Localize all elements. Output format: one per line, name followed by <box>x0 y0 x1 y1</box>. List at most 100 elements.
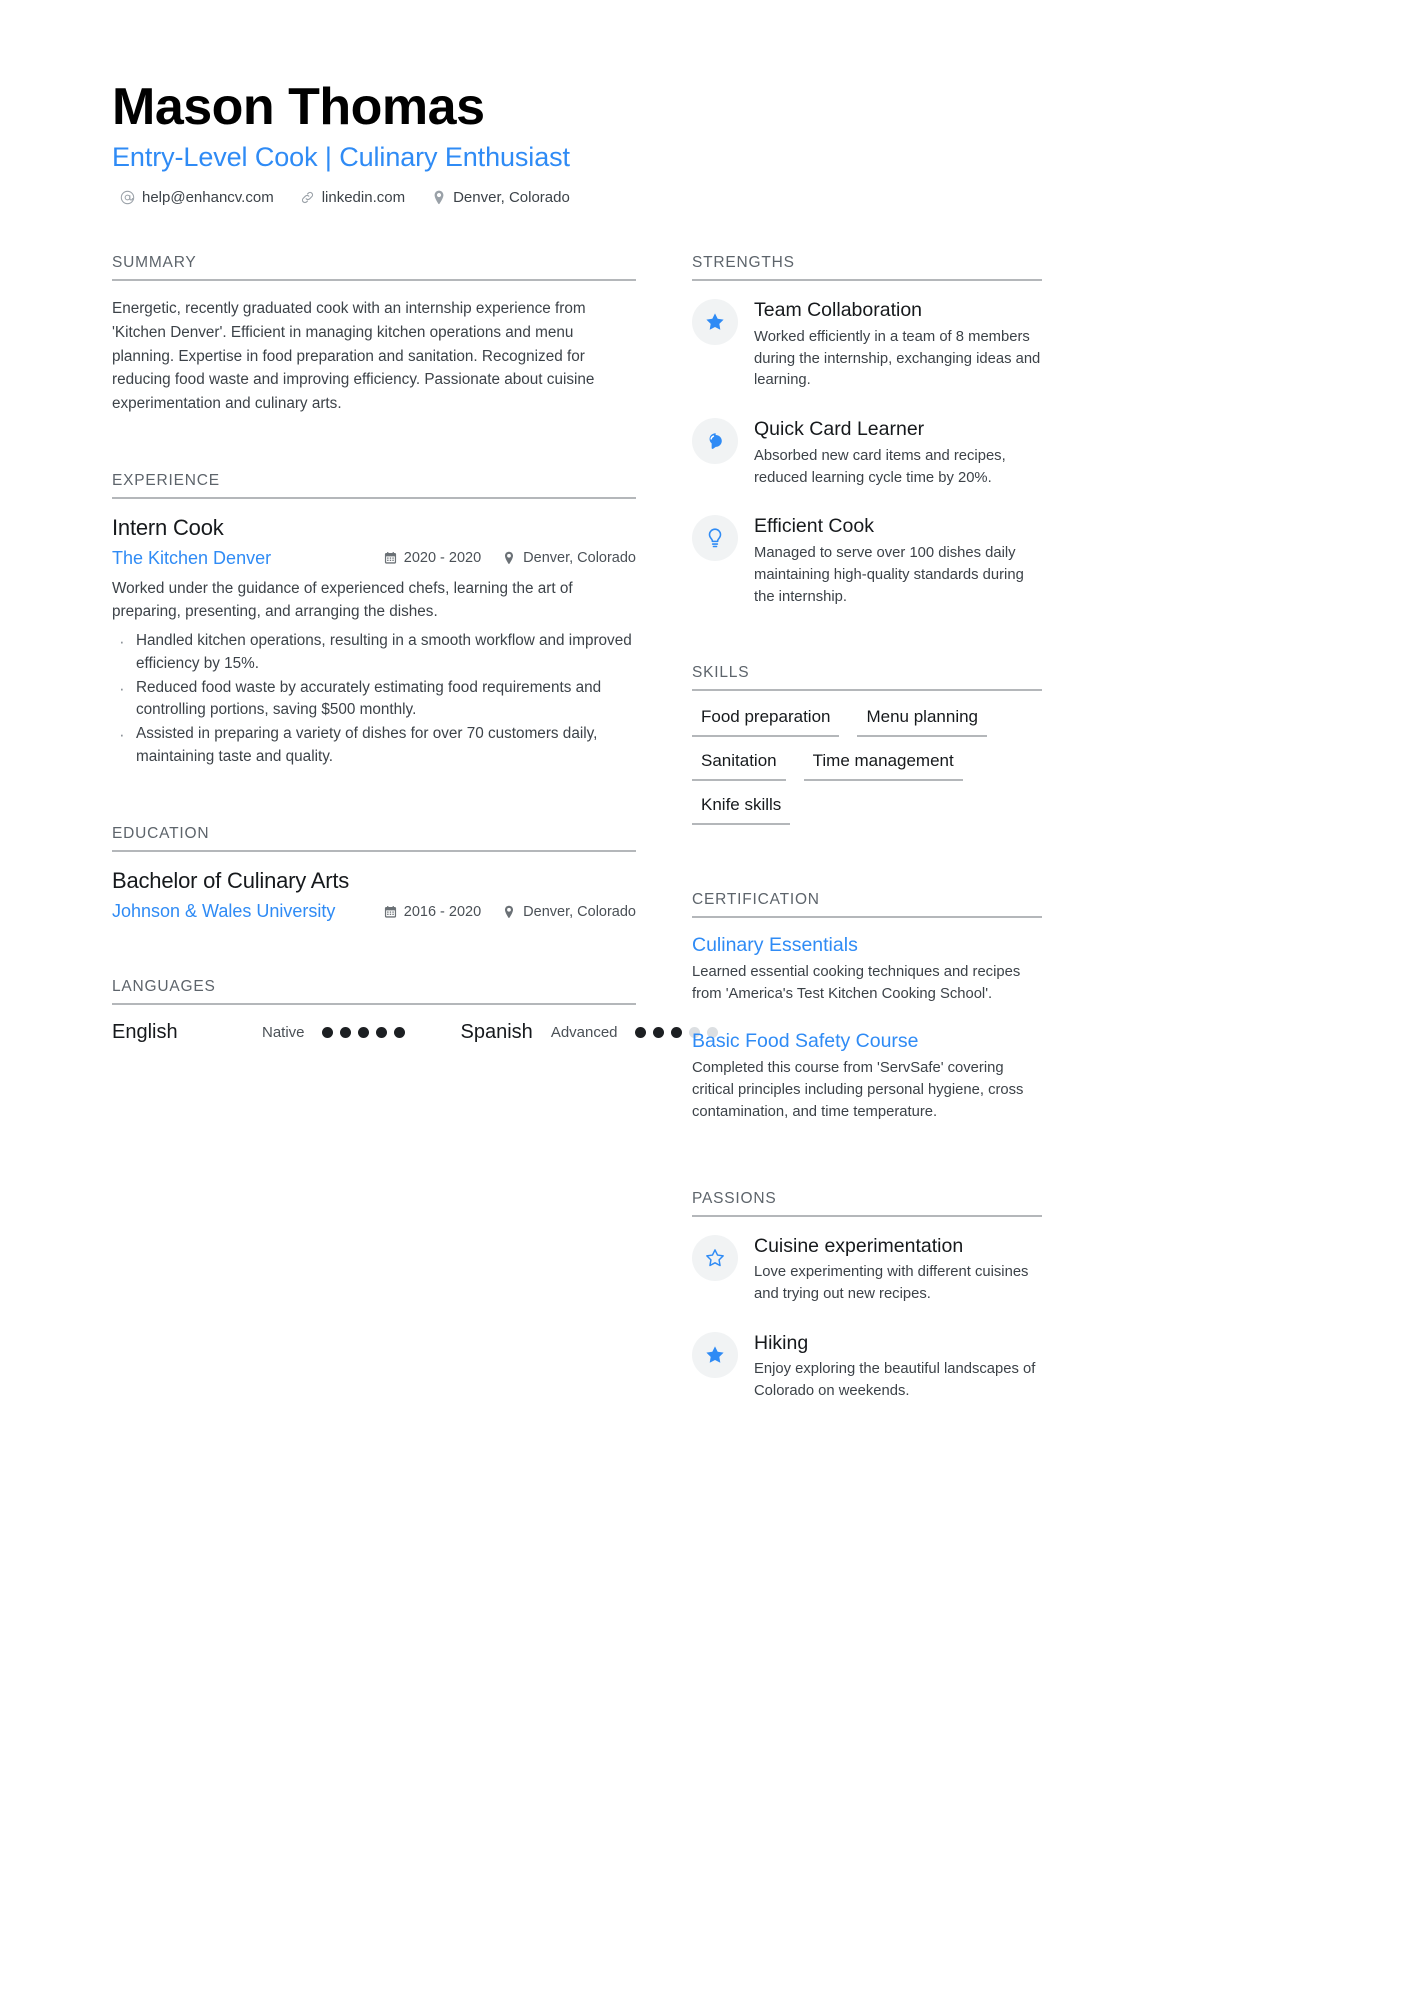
section-languages: LANGUAGES English Native Spanish Advance… <box>112 978 718 1044</box>
skill-tag[interactable]: Food preparation <box>692 705 840 738</box>
rating-dot <box>634 1027 646 1039</box>
rating-dot <box>393 1027 405 1039</box>
contact-row: help@enhancv.com linkedin.com Denver, Co… <box>112 189 1298 206</box>
experience-bullet: Reduced food waste by accurately estimat… <box>112 676 636 723</box>
location-pin-icon <box>503 551 516 565</box>
strength-item: Efficient Cook Managed to serve over 100… <box>692 513 1042 608</box>
certification-description: Learned essential cooking techniques and… <box>692 964 1021 1003</box>
strength-description: Absorbed new card items and recipes, red… <box>754 447 1006 486</box>
passion-title: Hiking <box>754 1332 809 1355</box>
section-title-skills: SKILLS <box>692 664 1042 692</box>
section-title-summary: SUMMARY <box>112 254 636 282</box>
section-title-education: EDUCATION <box>112 825 636 853</box>
contact-email-text: help@enhancv.com <box>142 189 274 207</box>
lightbulb-icon <box>692 515 738 562</box>
rating-dot <box>375 1027 387 1039</box>
link-icon <box>300 190 315 205</box>
contact-email[interactable]: help@enhancv.com <box>120 189 274 206</box>
contact-location: Denver, Colorado <box>431 189 570 206</box>
star-filled-icon <box>692 1332 738 1379</box>
experience-role: Intern Cook <box>112 514 224 540</box>
location-pin-icon <box>503 905 516 919</box>
education-degree: Bachelor of Culinary Arts <box>112 868 350 894</box>
section-title-certification: CERTIFICATION <box>692 891 1042 919</box>
language-name: English <box>112 1021 178 1044</box>
strength-item: Quick Card Learner Absorbed new card ite… <box>692 416 1042 489</box>
star-filled-icon <box>692 299 738 346</box>
summary-text: Energetic, recently graduated cook with … <box>112 300 595 413</box>
rating-dot <box>339 1027 351 1039</box>
strength-description: Managed to serve over 100 dishes daily m… <box>754 544 1024 605</box>
section-title-strengths: STRENGTHS <box>692 254 1042 282</box>
experience-organization[interactable]: The Kitchen Denver <box>112 548 271 569</box>
section-certification: CERTIFICATION Culinary Essentials Learne… <box>692 891 1042 1123</box>
strength-description: Worked efficiently in a team of 8 member… <box>754 328 1041 389</box>
passion-description: Enjoy exploring the beautiful landscapes… <box>754 1361 1036 1400</box>
experience-dates: 2020 - 2020 <box>384 550 481 566</box>
section-experience: EXPERIENCE Intern Cook The Kitchen Denve… <box>112 472 636 770</box>
skill-tag[interactable]: Menu planning <box>857 705 988 738</box>
language-item: English Native <box>112 1021 405 1044</box>
passion-item: Hiking Enjoy exploring the beautiful lan… <box>692 1330 1042 1403</box>
education-school[interactable]: Johnson & Wales University <box>112 901 335 922</box>
certification-name[interactable]: Culinary Essentials <box>692 934 1042 957</box>
rating-dot <box>357 1027 369 1039</box>
passion-title: Cuisine experimentation <box>754 1234 964 1257</box>
education-location: Denver, Colorado <box>503 904 636 920</box>
right-column: STRENGTHS Team Collaboration Worked effi… <box>692 254 1042 1437</box>
languages-list: English Native Spanish Advanced <box>112 1021 718 1044</box>
contact-location-text: Denver, Colorado <box>453 189 570 207</box>
language-level: Native <box>262 1024 305 1042</box>
language-rating <box>321 1027 405 1039</box>
location-pin-icon <box>431 190 446 205</box>
calendar-icon <box>384 905 397 919</box>
language-name: Spanish <box>460 1021 533 1044</box>
education-location-text: Denver, Colorado <box>523 903 636 920</box>
strength-title: Efficient Cook <box>754 515 874 538</box>
candidate-headline: Entry-Level Cook | Culinary Enthusiast <box>112 142 570 173</box>
education-dates-text: 2016 - 2020 <box>403 903 482 920</box>
experience-description: Worked under the guidance of experienced… <box>112 579 573 620</box>
contact-linkedin[interactable]: linkedin.com <box>300 189 405 206</box>
section-summary: SUMMARY Energetic, recently graduated co… <box>112 254 636 416</box>
calendar-icon <box>384 551 397 565</box>
section-title-passions: PASSIONS <box>692 1190 1042 1217</box>
strength-title: Quick Card Learner <box>754 418 925 441</box>
rating-dot <box>321 1027 333 1039</box>
experience-location-text: Denver, Colorado <box>523 550 636 567</box>
rating-dot <box>670 1027 682 1039</box>
star-outline-icon <box>692 1234 738 1281</box>
education-dates: 2016 - 2020 <box>384 904 481 920</box>
strength-item: Team Collaboration Worked efficiently in… <box>692 297 1042 392</box>
certification-item: Basic Food Safety Course Completed this … <box>692 1030 1042 1124</box>
strength-title: Team Collaboration <box>754 299 923 322</box>
skills-list: Food preparation Menu planning Sanitatio… <box>692 691 1042 826</box>
at-icon <box>120 190 135 205</box>
section-passions: PASSIONS Cuisine experimentation Love ex… <box>692 1190 1042 1403</box>
skill-tag[interactable]: Time management <box>803 749 963 782</box>
experience-meta: The Kitchen Denver 2020 - 2020 Denver, C… <box>112 548 636 569</box>
skill-tag[interactable]: Sanitation <box>692 749 786 782</box>
brain-icon <box>692 418 738 465</box>
resume-header: Mason Thomas Entry-Level Cook | Culinary… <box>112 78 1298 206</box>
section-title-languages: LANGUAGES <box>112 978 636 1006</box>
passion-description: Love experimenting with different cuisin… <box>754 1264 1029 1303</box>
contact-linkedin-text: linkedin.com <box>321 189 406 207</box>
education-entry: Bachelor of Culinary Arts Johnson & Wale… <box>112 868 636 922</box>
left-column: SUMMARY Energetic, recently graduated co… <box>112 254 718 1437</box>
language-item: Spanish Advanced <box>461 1021 718 1044</box>
section-title-experience: EXPERIENCE <box>112 472 636 499</box>
experience-bullet: Handled kitchen operations, resulting in… <box>112 629 636 676</box>
section-strengths: STRENGTHS Team Collaboration Worked effi… <box>692 254 1042 608</box>
rating-dot <box>652 1027 664 1039</box>
experience-location: Denver, Colorado <box>503 550 636 566</box>
certification-name[interactable]: Basic Food Safety Course <box>692 1030 1042 1053</box>
passion-item: Cuisine experimentation Love experimenti… <box>692 1233 1042 1306</box>
experience-bullet: Assisted in preparing a variety of dishe… <box>112 722 636 769</box>
experience-entry: Intern Cook The Kitchen Denver 2020 - 20… <box>112 515 636 770</box>
certification-item: Culinary Essentials Learned essential co… <box>692 934 1042 1006</box>
skill-tag[interactable]: Knife skills <box>692 793 791 826</box>
certification-description: Completed this course from 'ServSafe' co… <box>692 1060 1024 1121</box>
section-skills: SKILLS Food preparation Menu planning Sa… <box>692 664 1042 826</box>
resume-columns: SUMMARY Energetic, recently graduated co… <box>112 254 1298 1437</box>
